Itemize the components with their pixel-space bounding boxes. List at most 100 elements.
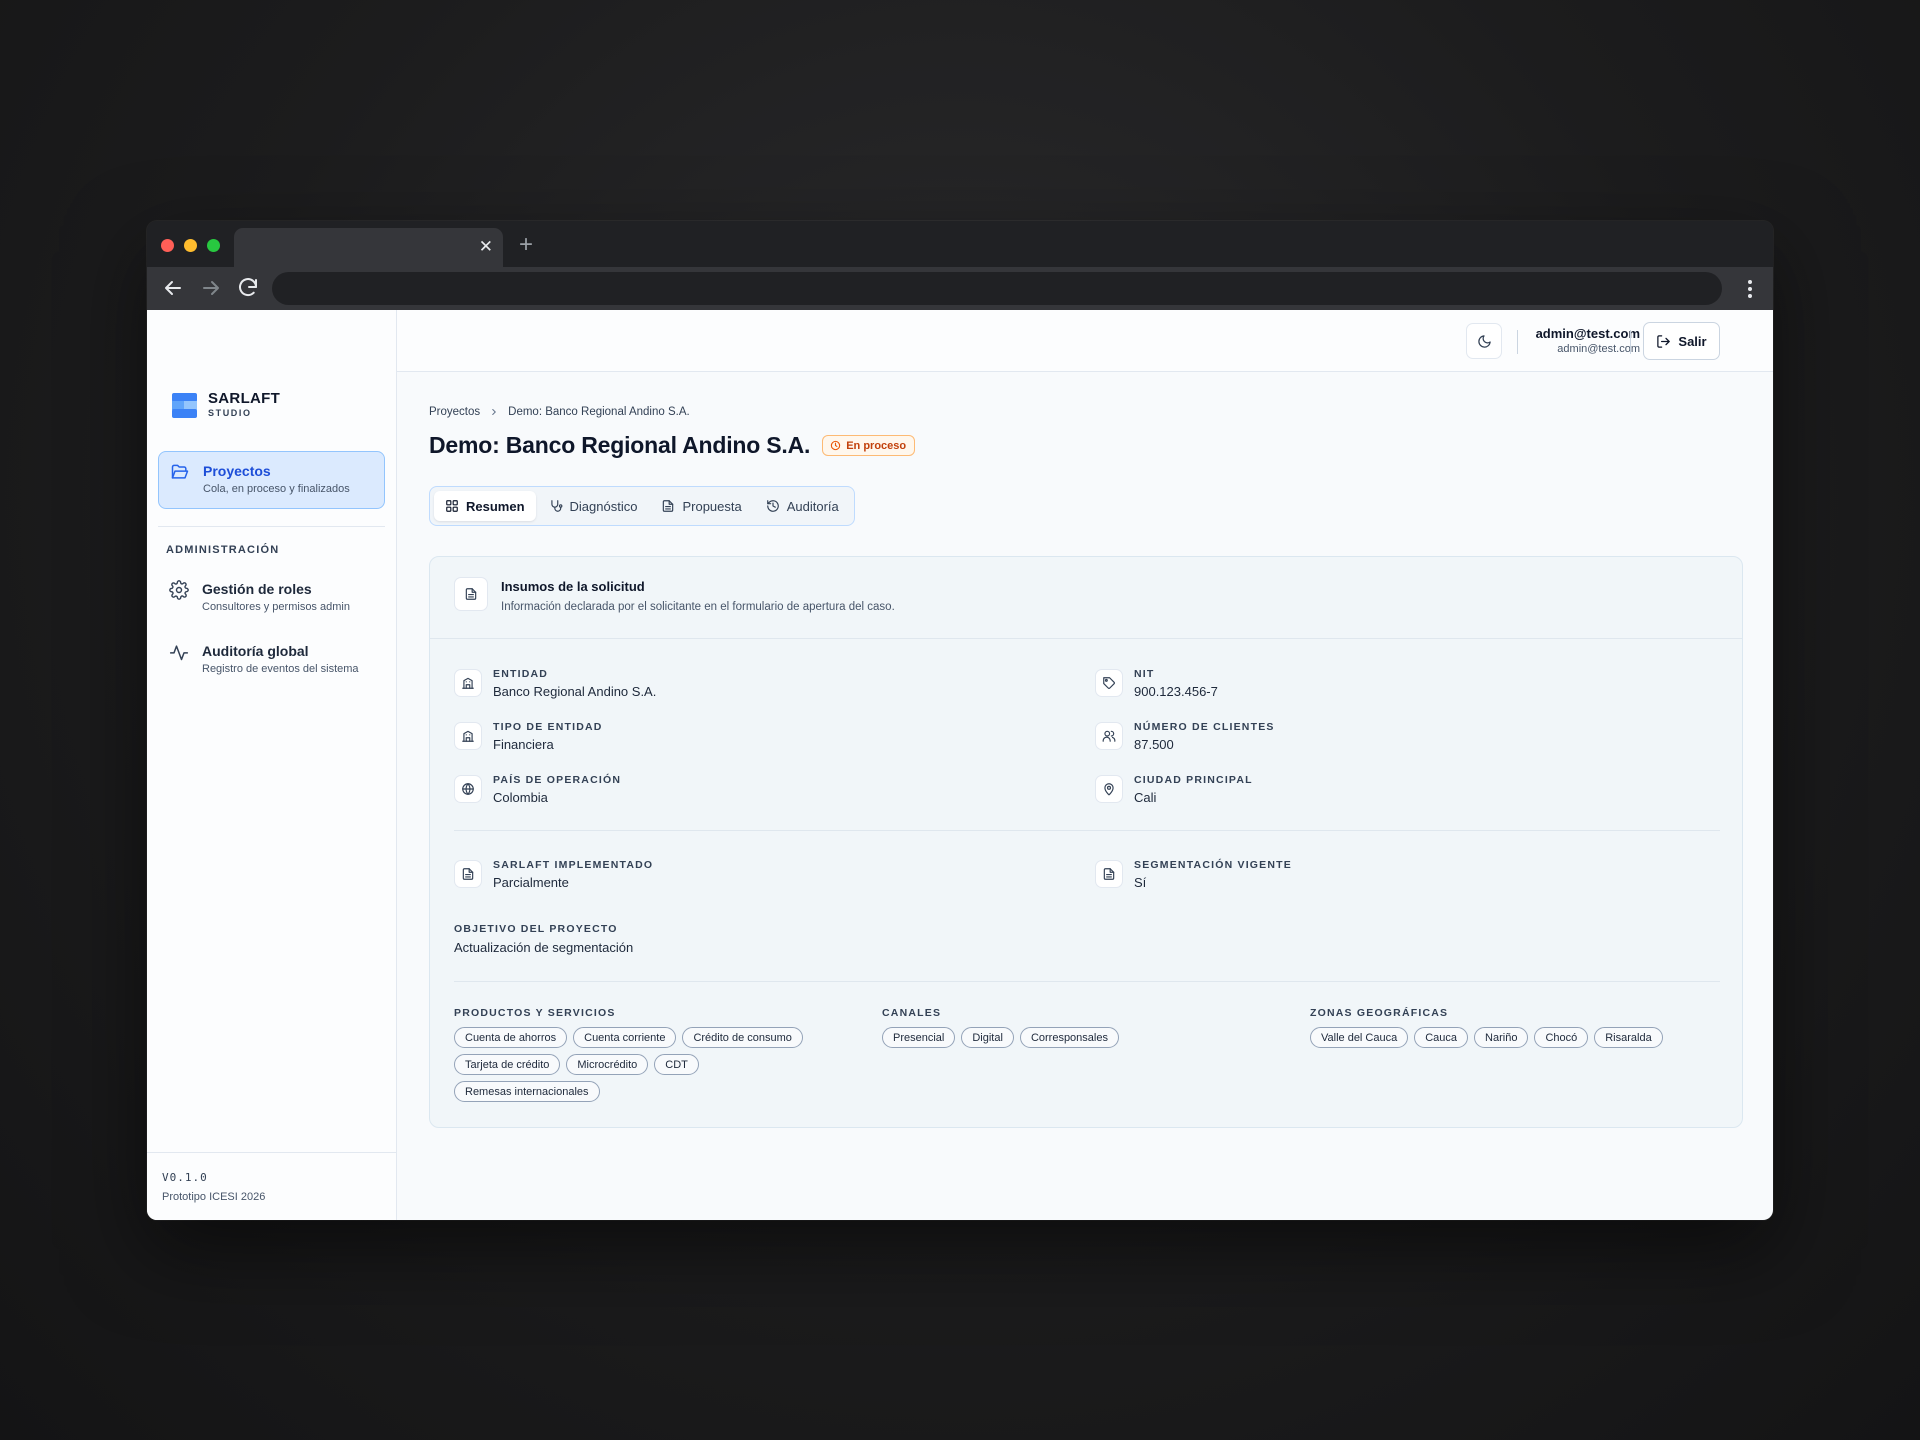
tab-auditoria[interactable]: Auditoría [755, 491, 850, 521]
card-description: Información declarada por el solicitante… [501, 601, 895, 613]
user-name: admin@test.com [1535, 326, 1640, 341]
sidebar-item-desc: Consultores y permisos admin [202, 601, 350, 613]
field-icon-box [454, 722, 482, 750]
product-chip: Microcrédito [566, 1054, 649, 1075]
channel-chip: Digital [961, 1027, 1014, 1048]
channel-chip: Corresponsales [1019, 1027, 1119, 1048]
tab-label: Diagnóstico [569, 498, 638, 514]
sidebar-item-desc: Registro de eventos del sistema [202, 663, 359, 675]
tab-propuesta[interactable]: Propuesta [650, 491, 752, 521]
product-chip: Cuenta corriente [573, 1027, 677, 1048]
field-value: Cali [1134, 790, 1157, 805]
top-header: admin@test.com admin@test.com Salir [397, 310, 1773, 372]
brand-title: SARLAFT [208, 390, 281, 407]
tag-icon [1103, 677, 1115, 689]
gear-icon [169, 580, 189, 600]
status-label: En proceso [846, 439, 907, 452]
product-chip: Tarjeta de crédito [454, 1054, 561, 1075]
history-icon [766, 500, 779, 512]
channels-group: CANALES Presencial Digital Corresponsale… [882, 1007, 1302, 1048]
new-tab-icon[interactable]: + [519, 231, 533, 259]
browser-toolbar [147, 267, 1773, 310]
moon-icon [1477, 334, 1491, 348]
sidebar-item-label: Proyectos [203, 463, 271, 479]
field-icon-box [454, 860, 482, 888]
close-tab-icon[interactable]: ✕ [479, 236, 493, 258]
sidebar-item-auditoria-global[interactable]: Auditoría global Registro de eventos del… [158, 632, 385, 690]
app-root: SARLAFT STUDIO Proyectos Cola, en proces… [147, 310, 1773, 1220]
chevron-right-icon [492, 408, 497, 416]
field-icon-box [1095, 860, 1123, 888]
field-numero-clientes: Número de clientes 87.500 [1095, 718, 1695, 758]
browser-tab[interactable]: ✕ [234, 228, 503, 267]
field-icon-box [1095, 669, 1123, 697]
main-content: Proyectos Demo: Banco Regional Andino S.… [397, 372, 1773, 1220]
card-divider [454, 981, 1720, 982]
close-window-button[interactable] [161, 239, 174, 252]
channels-chips: Presencial Digital Corresponsales [882, 1027, 1302, 1048]
zone-chip: Chocó [1534, 1027, 1589, 1048]
minimize-window-button[interactable] [184, 239, 197, 252]
channels-label: CANALES [882, 1007, 942, 1019]
tab-diagnostico[interactable]: Diagnóstico [538, 491, 649, 521]
sidebar-item-proyectos[interactable]: Proyectos Cola, en proceso y finalizados [158, 451, 385, 509]
field-icon-box [1095, 722, 1123, 750]
products-group: PRODUCTOS Y SERVICIOS Cuenta de ahorros … [454, 1007, 874, 1102]
document-icon [1103, 868, 1115, 880]
objective-value: Actualización de segmentación [454, 940, 634, 955]
sidebar-section-label: ADMINISTRACIÓN [166, 544, 280, 556]
zones-group: ZONAS GEOGRÁFICAS Valle del Cauca Cauca … [1310, 1007, 1730, 1048]
breadcrumb-root[interactable]: Proyectos [429, 406, 480, 418]
document-icon [462, 868, 474, 880]
forward-arrow-icon[interactable] [199, 276, 223, 300]
field-label: Entidad [493, 668, 549, 680]
channel-chip: Presencial [882, 1027, 956, 1048]
field-value: Financiera [493, 737, 554, 752]
sidebar-item-roles[interactable]: Gestión de roles Consultores y permisos … [158, 570, 385, 628]
zone-chip: Valle del Cauca [1310, 1027, 1409, 1048]
field-value: Parcialmente [493, 875, 569, 890]
sarlaft-logo-icon [172, 392, 197, 418]
user-info: admin@test.com admin@test.com [1536, 326, 1640, 357]
field-value: 87.500 [1134, 737, 1174, 752]
zones-chips: Valle del Cauca Cauca Nariño Chocó Risar… [1310, 1027, 1730, 1048]
brand-subtitle: STUDIO [208, 408, 252, 418]
field-pais: País de operación Colombia [454, 771, 1054, 811]
field-entidad: Entidad Banco Regional Andino S.A. [454, 665, 1054, 705]
app-version: V0.1.0 [162, 1171, 208, 1184]
products-chips: Cuenta de ahorros Cuenta corriente Crédi… [454, 1027, 834, 1102]
sidebar-item-label: Gestión de roles [202, 581, 312, 597]
logout-label: Salir [1678, 333, 1707, 349]
theme-toggle-button[interactable] [1466, 323, 1502, 359]
sidebar-item-desc: Cola, en proceso y finalizados [203, 483, 350, 495]
field-label: Ciudad principal [1134, 774, 1253, 786]
reload-icon[interactable] [236, 276, 260, 300]
desktop-background: ✕ + SARLAFT STUDIO Proyectos Cola, en pr… [0, 0, 1920, 1440]
brand-logo[interactable]: SARLAFT STUDIO [172, 391, 280, 419]
sidebar-divider [158, 526, 385, 527]
maximize-window-button[interactable] [207, 239, 220, 252]
browser-window: ✕ + SARLAFT STUDIO Proyectos Cola, en pr… [147, 221, 1773, 1220]
page-title-row: Demo: Banco Regional Andino S.A. En proc… [429, 432, 916, 459]
browser-tabbar: ✕ + [147, 221, 1773, 267]
header-divider [1630, 330, 1631, 354]
zone-chip: Nariño [1474, 1027, 1529, 1048]
user-email: admin@test.com [1557, 343, 1640, 355]
sidebar-footer: V0.1.0 Prototipo ICESI 2026 [147, 1152, 396, 1220]
map-pin-icon [1104, 783, 1114, 796]
field-value: Colombia [493, 790, 548, 805]
field-nit: NIT 900.123.456-7 [1095, 665, 1695, 705]
browser-menu-icon[interactable] [1741, 277, 1759, 301]
product-chip: Crédito de consumo [682, 1027, 803, 1048]
grid-icon [446, 500, 458, 512]
clock-icon [831, 440, 841, 451]
card-header: Insumos de la solicitud Información decl… [430, 557, 1742, 639]
field-label: NIT [1134, 668, 1155, 680]
logout-icon [1657, 334, 1671, 348]
back-arrow-icon[interactable] [161, 276, 185, 300]
address-bar[interactable] [272, 272, 1722, 305]
tab-resumen[interactable]: Resumen [434, 491, 536, 521]
activity-icon [169, 645, 189, 661]
tab-label: Propuesta [682, 498, 742, 514]
logout-button[interactable]: Salir [1643, 322, 1720, 360]
